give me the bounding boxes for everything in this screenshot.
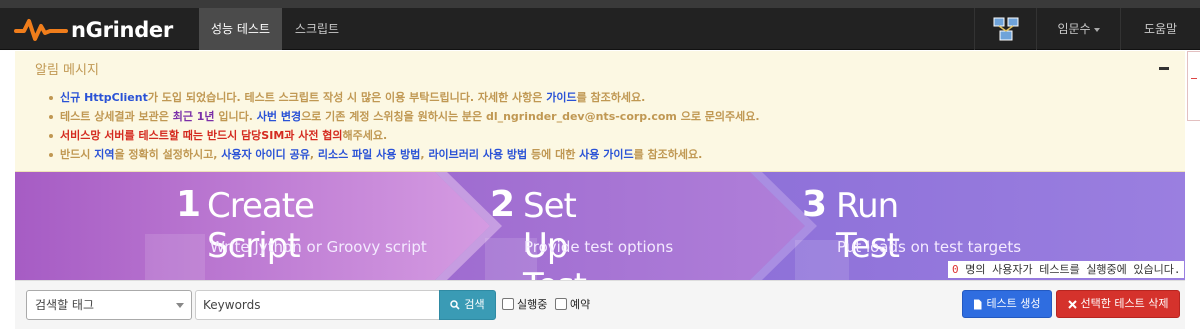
close-icon xyxy=(1067,299,1077,309)
user-menu-label: 임문수 xyxy=(1057,22,1091,36)
running-count: 0 xyxy=(952,263,959,276)
notice-link[interactable]: 리소스 파일 사용 방법 xyxy=(318,148,421,161)
chevron-down-icon xyxy=(176,303,184,308)
delete-selected-label: 선택한 테스트 삭제 xyxy=(1080,297,1169,310)
notice-highlight: 최근 1년 xyxy=(172,110,215,123)
scheduled-checkbox-label: 예약 xyxy=(570,298,591,311)
notice-text: 등에 대한 xyxy=(527,148,580,161)
notice-panel: 알림 메시지 신규 HttpClient가 도입 되었습니다. 테스트 스크립트… xyxy=(15,51,1185,172)
pulse-logo-icon xyxy=(14,19,68,41)
notice-link[interactable]: HttpClient xyxy=(84,91,148,104)
step-number: 3 xyxy=(802,184,827,225)
notice-text: 신규 xyxy=(60,91,85,104)
document-icon xyxy=(974,299,982,309)
notice-text: 입니다. xyxy=(214,110,257,123)
search-icon xyxy=(450,300,460,310)
help-link[interactable]: 도움말 xyxy=(1120,8,1200,50)
search-button-label: 검색 xyxy=(464,298,485,311)
create-test-button[interactable]: 테스트 생성 xyxy=(962,290,1052,318)
notice-text: 를 참조하세요. xyxy=(633,148,703,161)
notice-line-4: 반드시 지역을 정확히 설정하시고, 사용자 아이디 공유, 리소스 파일 사용… xyxy=(49,145,760,164)
notice-line-3: 서비스망 서버를 테스트할 때는 반드시 담당SIM과 사전 협의해주세요. xyxy=(49,126,760,145)
side-feedback-tab[interactable] xyxy=(1187,51,1200,121)
notice-highlight: 서비스망 서버를 테스트할 때는 반드시 담당SIM과 사전 협의 xyxy=(60,129,343,142)
notice-text: 으로 기존 계정 스위칭을 원하시는 분은 dl_ngrinder_dev@nt… xyxy=(301,110,760,123)
notice-line-2: 테스트 상세결과 보관은 최근 1년 입니다. 사번 변경으로 기존 계정 스위… xyxy=(49,107,760,126)
delete-selected-button[interactable]: 선택한 테스트 삭제 xyxy=(1056,290,1180,318)
step-subtitle: Write Jython or Groovy script xyxy=(210,238,427,256)
notice-text: 가 도입 되었습니다. 테스트 스크립트 작성 시 많은 이용 부탁드립니다. … xyxy=(147,91,547,104)
tag-select[interactable]: 검색할 태그 xyxy=(26,290,192,320)
notice-text: 를 참조하세요. xyxy=(576,91,646,104)
brand-name: nGrinder xyxy=(71,18,173,42)
notice-line-1: 신규 HttpClient가 도입 되었습니다. 테스트 스크립트 작성 시 많… xyxy=(49,88,760,107)
running-checkbox-label: 실행중 xyxy=(517,298,548,311)
running-users-status: 0 명의 사용자가 테스트를 실행중에 있습니다. xyxy=(948,261,1184,278)
step-subtitle: Provide test options xyxy=(524,238,674,256)
notice-link[interactable]: 사용 가이드 xyxy=(579,148,633,161)
test-toolbar: 검색할 태그 Keywords 검색 실행중 예약 테스트 생성 선택한 테스트… xyxy=(15,280,1185,329)
notice-list: 신규 HttpClient가 도입 되었습니다. 테스트 스크립트 작성 시 많… xyxy=(49,88,760,164)
notice-text: , xyxy=(309,148,318,161)
running-checkbox[interactable] xyxy=(502,298,514,310)
brand-logo[interactable]: nGrinder xyxy=(14,15,173,45)
notice-text: 을 정확히 설정하시고, xyxy=(114,148,222,161)
step-title: Set Up Test xyxy=(523,186,587,280)
navbar: nGrinder 성능 테스트 스크립트 임문수 도움말 xyxy=(0,8,1200,50)
collapse-icon[interactable] xyxy=(1159,67,1169,70)
scheduled-checkbox[interactable] xyxy=(555,298,567,310)
notice-title: 알림 메시지 xyxy=(35,63,99,78)
notice-link[interactable]: 지역 xyxy=(94,148,114,161)
tab-performance-test[interactable]: 성능 테스트 xyxy=(199,8,282,50)
step-number: 2 xyxy=(490,184,515,225)
user-menu[interactable]: 임문수 xyxy=(1036,8,1120,50)
notice-link[interactable]: 사번 변경 xyxy=(257,110,301,123)
running-text: 명의 사용자가 테스트를 실행중에 있습니다. xyxy=(958,263,1181,276)
notice-link[interactable]: 사용자 아이디 공유 xyxy=(221,148,310,161)
search-button[interactable]: 검색 xyxy=(439,290,496,320)
network-avatar-icon xyxy=(993,17,1018,41)
tag-select-placeholder: 검색할 태그 xyxy=(35,298,95,312)
notice-link[interactable]: 라이브러리 사용 방법 xyxy=(428,148,527,161)
notice-text: 해주세요. xyxy=(342,129,388,142)
notice-link[interactable]: 가이드 xyxy=(546,91,576,104)
top-strip xyxy=(0,0,1200,8)
chevron-down-icon xyxy=(1093,27,1100,32)
step-number: 1 xyxy=(176,184,201,225)
user-avatar[interactable] xyxy=(974,8,1036,50)
tab-script[interactable]: 스크립트 xyxy=(284,8,350,50)
step-subtitle: Put loads on test targets xyxy=(837,238,1022,256)
notice-text: 테스트 상세결과 보관은 xyxy=(60,110,173,123)
keyword-input[interactable]: Keywords xyxy=(195,290,440,320)
create-test-label: 테스트 생성 xyxy=(986,297,1041,310)
notice-text: 반드시 xyxy=(60,148,95,161)
